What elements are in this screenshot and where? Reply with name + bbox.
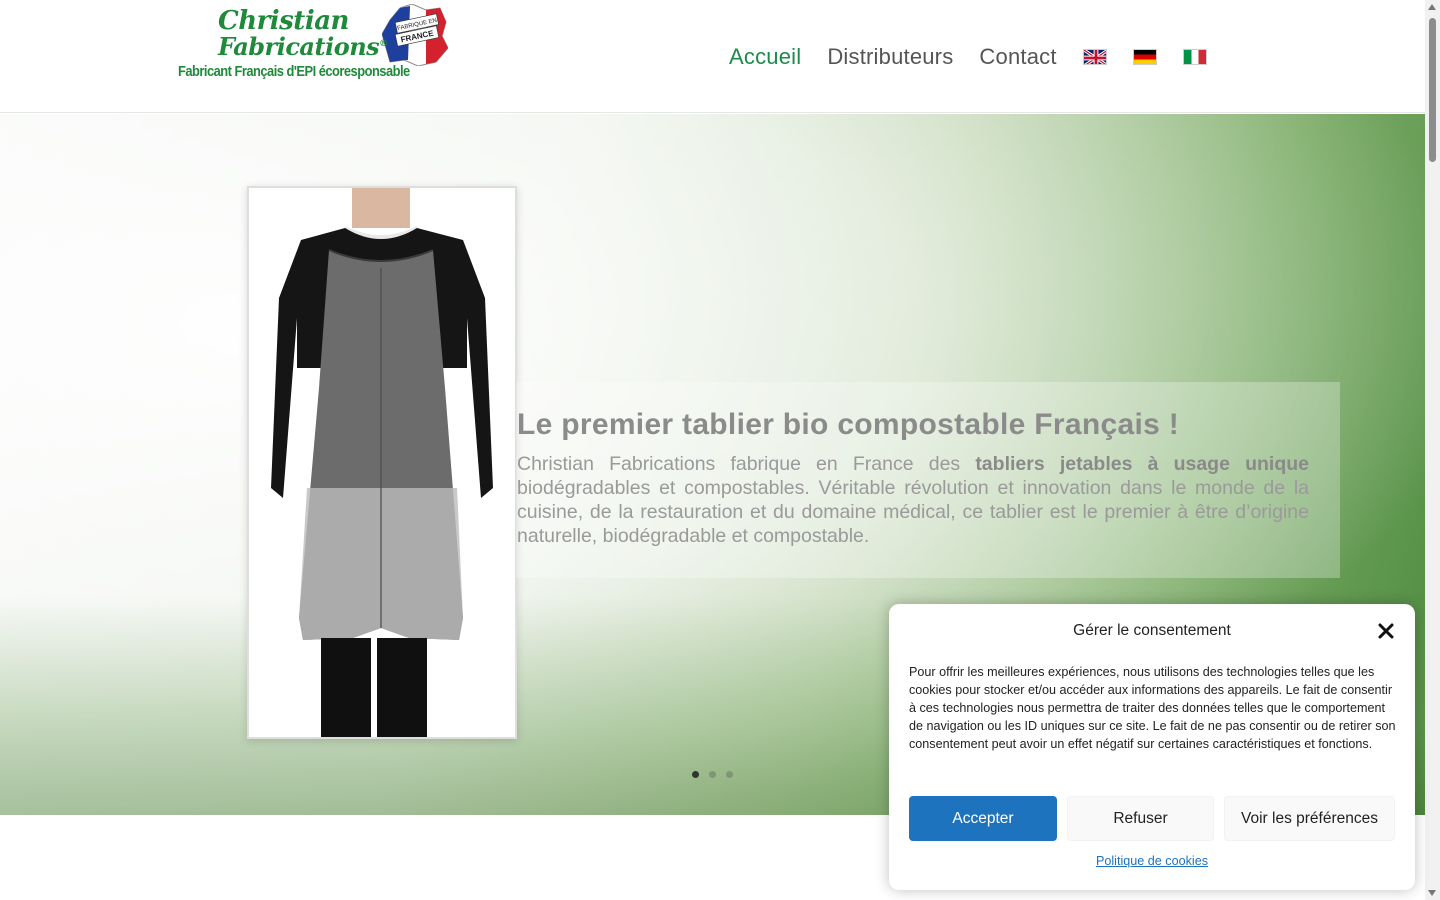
slider-dot-2[interactable] [709,771,716,778]
site-header: FABRIQUE EN FRANCE Christian Fabrication… [0,0,1425,113]
slider-pagination [692,771,743,778]
cookie-policy-link[interactable]: Politique de cookies [889,854,1415,868]
flag-germany-icon[interactable] [1132,49,1157,65]
hero-description-start: Christian Fabrications fabrique en Franc… [517,453,976,475]
hero-title: Le premier tablier bio compostable Franç… [517,408,1180,441]
page-scrollbar[interactable] [1425,0,1440,900]
hero-description-highlight: tabliers jetables à usage unique [975,453,1309,475]
product-image-apron [247,186,517,739]
logo-name-line2-text: Fabrications [218,32,380,61]
logo-tagline: Fabricant Français d'EPI écoresponsable [178,63,410,80]
logo-registered-mark: ® [379,39,388,49]
close-icon[interactable] [1377,622,1395,640]
hero-description: Christian Fabrications fabrique en Franc… [517,452,1309,548]
page: FABRIQUE EN FRANCE Christian Fabrication… [0,0,1440,900]
slider-dot-1[interactable] [692,771,699,778]
flag-italy-icon[interactable] [1182,49,1207,65]
scroll-down-arrow-icon[interactable] [1428,890,1436,896]
nav-link-accueil[interactable]: Accueil [729,44,801,70]
flag-uk-icon[interactable] [1082,49,1107,65]
main-nav: Accueil Distributeurs Contact [729,42,1233,72]
france-badge-icon: FABRIQUE EN FRANCE [382,4,448,66]
refuse-button[interactable]: Refuser [1067,796,1214,841]
consent-title: Gérer le consentement [1073,622,1231,639]
hero-description-end: biodégradables et compostables. Véritabl… [517,477,1309,547]
scroll-up-arrow-icon[interactable] [1428,4,1436,10]
cookie-consent-dialog: Gérer le consentement Pour offrir les me… [889,604,1415,890]
hero-text-box: Le premier tablier bio compostable Franç… [516,382,1340,578]
slider-dot-3[interactable] [726,771,733,778]
consent-body-text: Pour offrir les meilleures expériences, … [909,665,1396,751]
preferences-button[interactable]: Voir les préférences [1224,796,1395,841]
logo-name-line2: Fabrications® [218,32,388,61]
logo[interactable]: FABRIQUE EN FRANCE Christian Fabrication… [178,4,450,84]
scrollbar-thumb[interactable] [1429,18,1436,162]
nav-link-contact[interactable]: Contact [979,44,1056,70]
nav-link-distributeurs[interactable]: Distributeurs [827,44,953,70]
accept-button[interactable]: Accepter [909,796,1057,841]
